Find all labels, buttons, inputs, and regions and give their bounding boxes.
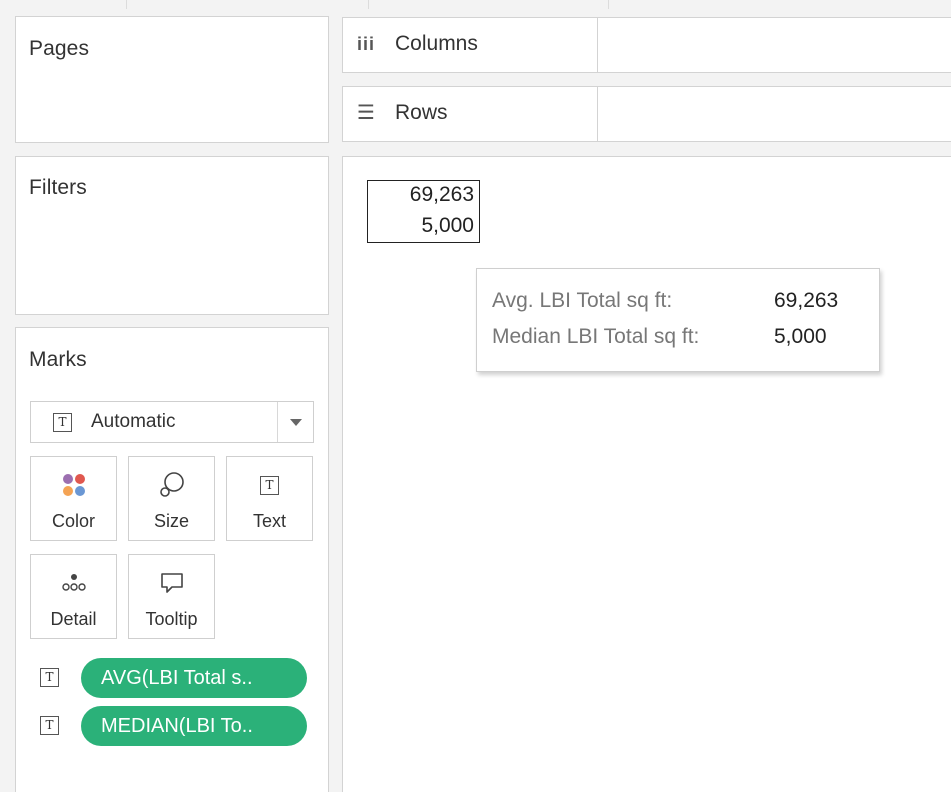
size-icon: [129, 471, 214, 499]
median-lbi-pill[interactable]: MEDIAN(LBI To..: [81, 706, 307, 746]
rows-icon: ☰: [357, 102, 375, 124]
rows-label: Rows: [395, 101, 448, 124]
text-icon: T: [227, 471, 312, 499]
mark-type-dropdown[interactable]: T Automatic: [30, 401, 314, 443]
mark-value-avg: 69,263: [409, 183, 474, 206]
marks-card: Marks T Automatic Color Size T Text Deta…: [15, 327, 329, 792]
size-button[interactable]: Size: [128, 456, 215, 541]
text-label: Text: [252, 511, 286, 531]
mark-value-median: 5,000: [421, 214, 474, 237]
rows-shelf-header: ☰ Rows: [343, 87, 598, 141]
detail-button[interactable]: Detail: [30, 554, 117, 639]
text-mark-icon: T: [53, 413, 72, 432]
dropdown-button[interactable]: [277, 402, 313, 442]
tooltip-label-median: Median LBI Total sq ft:: [492, 325, 700, 348]
tooltip-row: Median LBI Total sq ft: 5,000: [492, 325, 827, 349]
text-encoding-icon[interactable]: T: [40, 716, 59, 735]
pages-card[interactable]: Pages: [15, 16, 329, 143]
avg-lbi-pill[interactable]: AVG(LBI Total s..: [81, 658, 307, 698]
detail-label: Detail: [50, 609, 97, 629]
tooltip-row: Avg. LBI Total sq ft: 69,263: [492, 289, 838, 313]
pages-title: Pages: [29, 37, 90, 60]
text-encoding-icon[interactable]: T: [40, 668, 59, 687]
tooltip-label: Tooltip: [145, 609, 198, 629]
color-button[interactable]: Color: [30, 456, 117, 541]
detail-icon: [31, 569, 116, 597]
tooltip-button[interactable]: Tooltip: [128, 554, 215, 639]
divider: [368, 0, 369, 9]
tooltip-value-median: 5,000: [774, 325, 827, 348]
rows-shelf[interactable]: ☰ Rows: [342, 86, 951, 142]
filters-card[interactable]: Filters: [15, 156, 329, 315]
columns-icon: iii: [357, 34, 376, 54]
tooltip-label-avg: Avg. LBI Total sq ft:: [492, 289, 673, 312]
color-icon: [31, 471, 116, 499]
divider: [608, 0, 609, 9]
color-label: Color: [51, 511, 95, 531]
filters-title: Filters: [29, 176, 87, 199]
text-button[interactable]: T Text: [226, 456, 313, 541]
marks-title: Marks: [29, 348, 87, 371]
view-canvas[interactable]: 69,263 5,000 Avg. LBI Total sq ft: 69,26…: [342, 156, 951, 792]
tooltip-popup: Avg. LBI Total sq ft: 69,263 Median LBI …: [476, 268, 880, 372]
mark-type-label: Automatic: [91, 411, 176, 432]
divider: [126, 0, 127, 9]
top-strip: [0, 0, 951, 9]
columns-shelf-header: iii Columns: [343, 18, 598, 72]
chevron-down-icon: [290, 419, 302, 426]
size-label: Size: [153, 511, 189, 531]
tooltip-value-avg: 69,263: [774, 289, 839, 312]
columns-shelf[interactable]: iii Columns: [342, 17, 951, 73]
text-mark[interactable]: 69,263 5,000: [367, 180, 480, 243]
columns-label: Columns: [395, 32, 478, 55]
speech-bubble-icon: [129, 569, 214, 597]
